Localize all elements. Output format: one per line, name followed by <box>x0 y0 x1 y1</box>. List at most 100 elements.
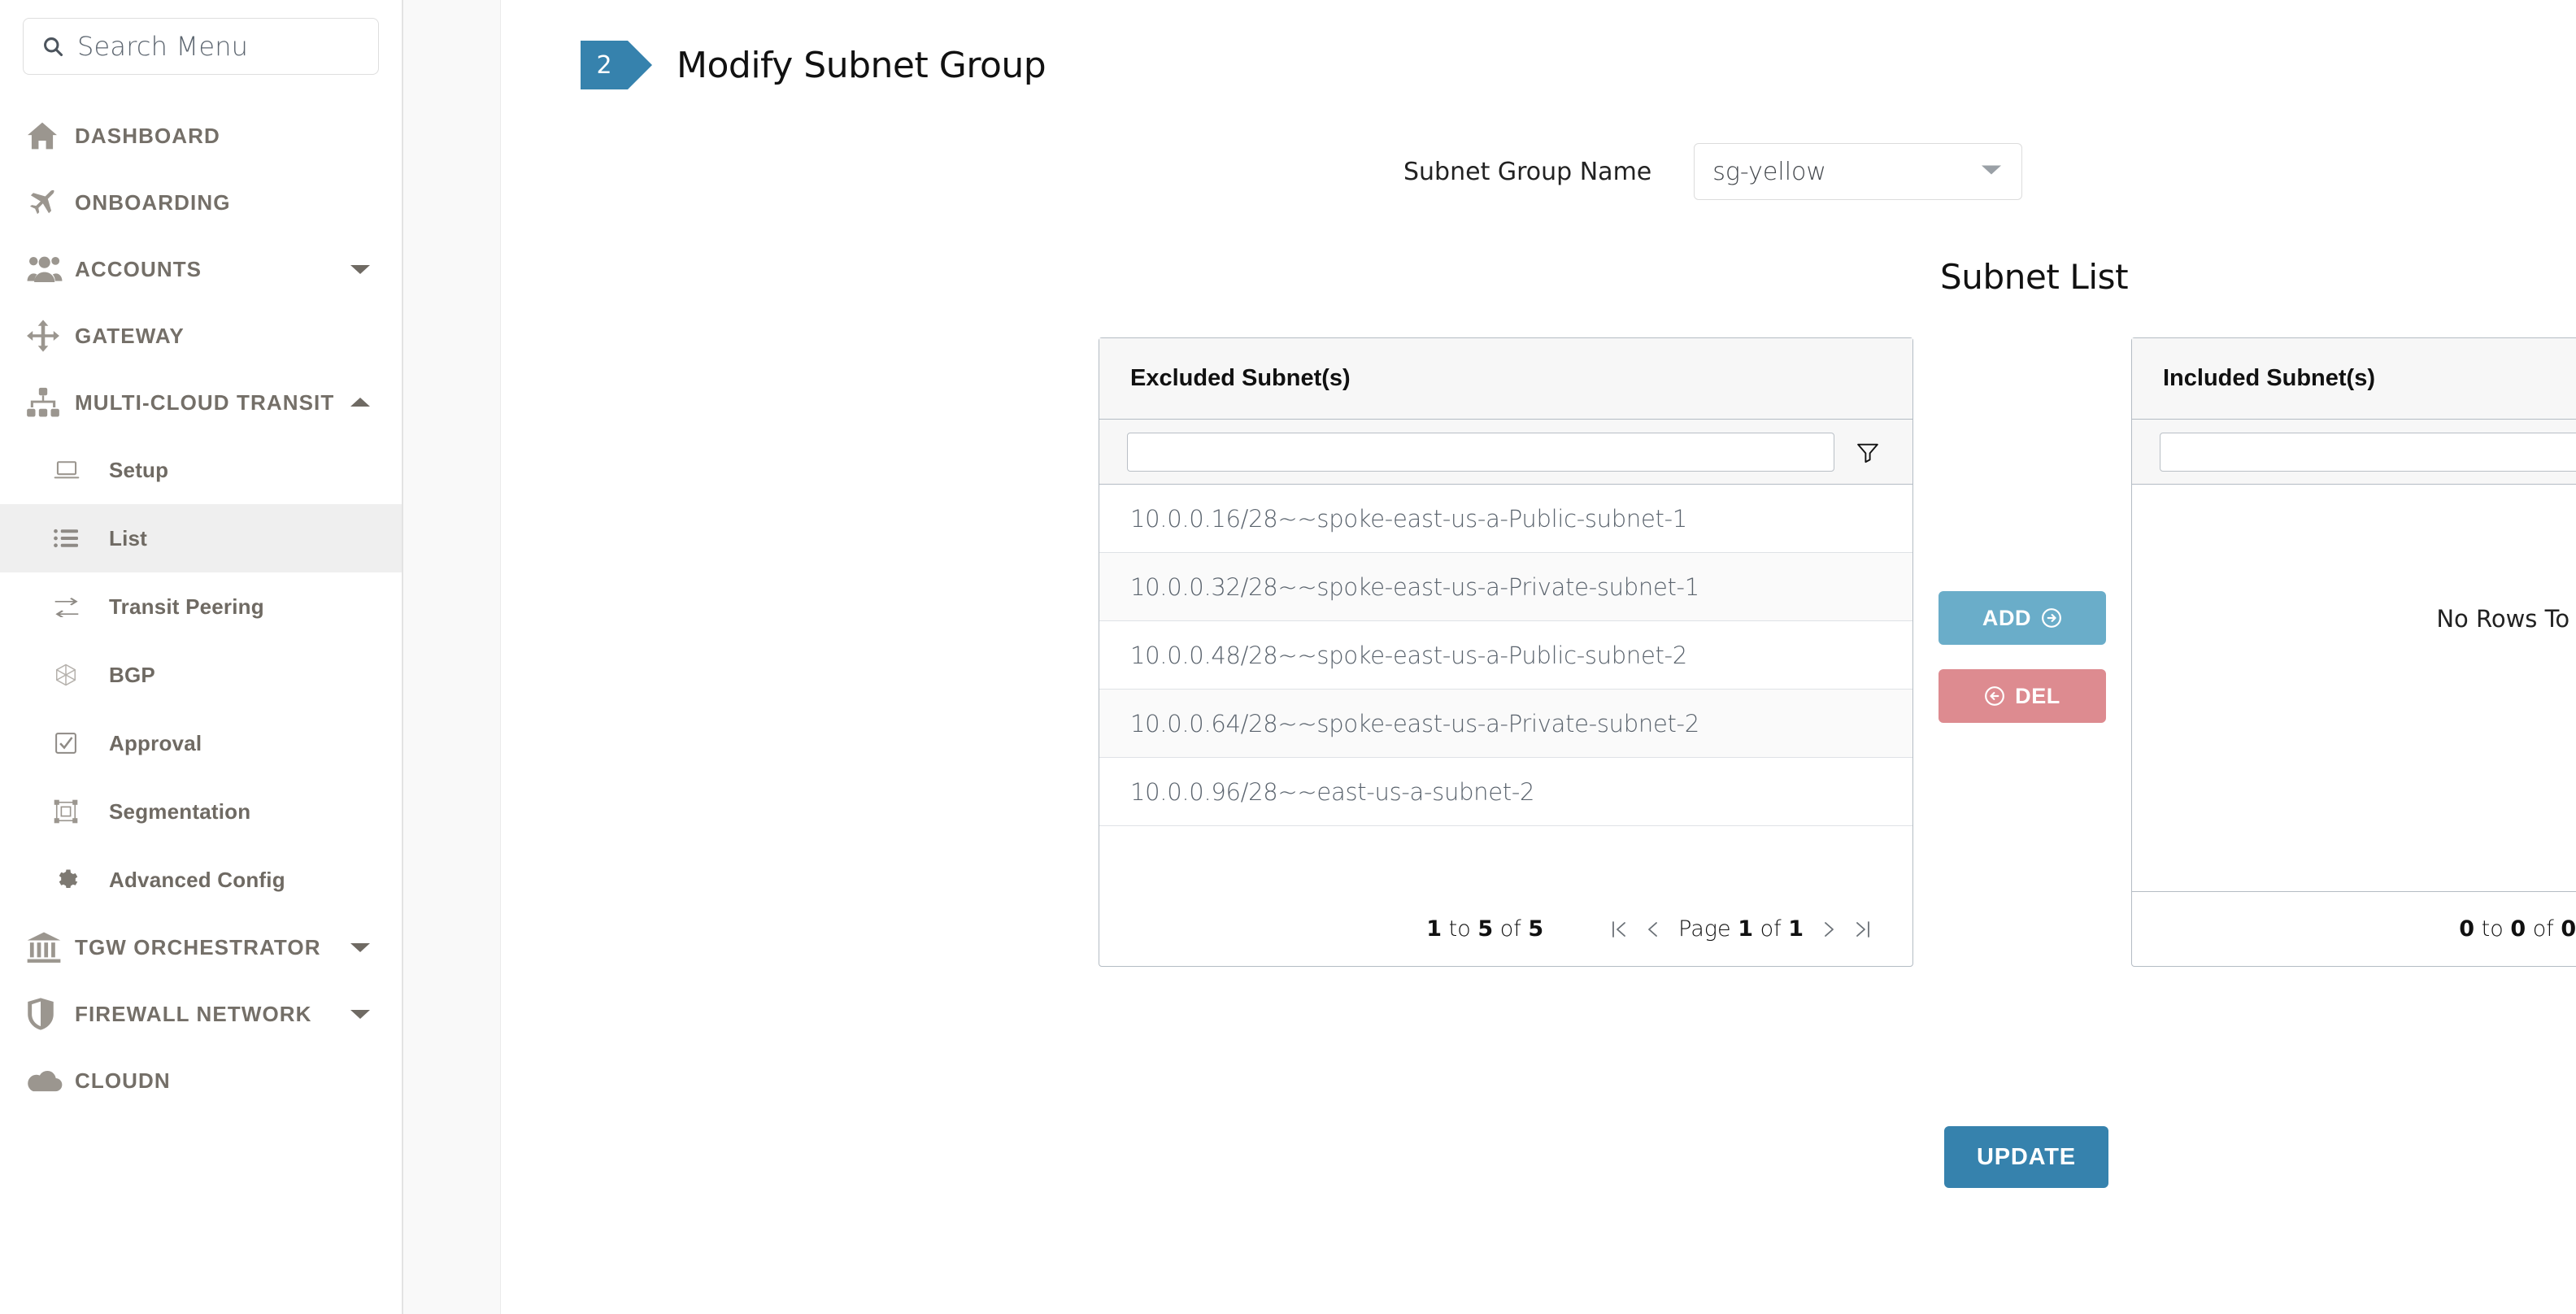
del-button-label: DEL <box>2015 684 2060 709</box>
sidebar-search-wrap: Search Menu <box>0 0 402 75</box>
sidebar-item-label: Transit Peering <box>109 594 264 620</box>
subnet-transfer: Excluded Subnet(s) 10.0.0.16/28~~spoke-e… <box>501 337 2576 967</box>
sidebar-item-label: ACCOUNTS <box>75 257 202 282</box>
last-page-button[interactable] <box>1846 912 1880 946</box>
segmentation-icon <box>54 799 91 824</box>
airplane-icon <box>26 187 68 218</box>
sidebar-item-setup[interactable]: Setup <box>0 436 402 504</box>
chevron-down-icon[interactable] <box>350 1007 371 1020</box>
page-word: Page <box>1678 916 1730 942</box>
table-row[interactable]: 10.0.0.64/28~~spoke-east-us-a-Private-su… <box>1099 690 1912 758</box>
step-number: 2 <box>596 51 611 80</box>
sidebar-item-label: BGP <box>109 663 155 688</box>
sidebar-item-label: MULTI-CLOUD TRANSIT <box>75 390 334 416</box>
sidebar-item-label: FIREWALL NETWORK <box>75 1002 312 1027</box>
sidebar-item-firewall-network[interactable]: FIREWALL NETWORK <box>0 981 402 1047</box>
sidebar-item-label: Setup <box>109 458 168 483</box>
sidebar-item-label: Approval <box>109 731 202 756</box>
sidebar-item-cloudn[interactable]: CLOUDN <box>0 1047 402 1114</box>
filter-funnel-icon[interactable] <box>1856 440 1880 464</box>
sidebar-item-label: GATEWAY <box>75 324 185 349</box>
page-total: 1 <box>1788 916 1804 942</box>
add-button-label: ADD <box>1982 606 2031 631</box>
included-subnets-header: Included Subnet(s) <box>2132 338 2576 420</box>
excluded-subnets-title: Excluded Subnet(s) <box>1130 365 1351 392</box>
page-title: Modify Subnet Group <box>677 45 1046 86</box>
sidebar-item-accounts[interactable]: ACCOUNTS <box>0 236 402 302</box>
main-content: 2 Modify Subnet Group Subnet Group Name … <box>501 0 2576 1314</box>
range-total: 5 <box>1528 916 1543 942</box>
range-total: 0 <box>2561 916 2576 942</box>
users-icon <box>26 255 68 283</box>
next-page-button[interactable] <box>1812 912 1846 946</box>
table-row[interactable]: 10.0.0.48/28~~spoke-east-us-a-Public-sub… <box>1099 621 1912 690</box>
table-row[interactable]: 10.0.0.96/28~~east-us-a-subnet-2 <box>1099 758 1912 826</box>
excluded-filter-input[interactable] <box>1127 433 1834 472</box>
update-button[interactable]: UPDATE <box>1944 1126 2108 1188</box>
subnet-cell: 10.0.0.16/28~~spoke-east-us-a-Public-sub… <box>1130 505 1687 533</box>
subnet-group-name-row: Subnet Group Name sg-yellow <box>501 143 2576 200</box>
to-word: to <box>1449 916 1471 942</box>
laptop-icon <box>54 459 91 481</box>
del-button[interactable]: DEL <box>1939 669 2106 723</box>
excluded-subnets-panel: Excluded Subnet(s) 10.0.0.16/28~~spoke-e… <box>1099 337 1913 967</box>
search-icon <box>41 35 64 58</box>
sidebar-item-advanced-config[interactable]: Advanced Config <box>0 846 402 914</box>
no-rows-message: No Rows To Show <box>2436 605 2576 891</box>
chevron-down-icon[interactable] <box>350 941 371 954</box>
excluded-filter-row <box>1099 420 1912 485</box>
subnet-group-name-label: Subnet Group Name <box>1403 158 1651 186</box>
excluded-subnets-body: 10.0.0.16/28~~spoke-east-us-a-Public-sub… <box>1099 485 1912 891</box>
sidebar-item-dashboard[interactable]: DASHBOARD <box>0 102 402 169</box>
range-from: 0 <box>2459 916 2474 942</box>
search-menu-box[interactable]: Search Menu <box>23 18 379 75</box>
sidebar-item-bgp[interactable]: BGP <box>0 641 402 709</box>
content-gutter <box>403 0 501 1314</box>
bank-icon <box>26 931 68 964</box>
first-page-button[interactable] <box>1602 912 1636 946</box>
step-badge: 2 <box>581 41 628 89</box>
arrow-right-circle-icon <box>2041 607 2062 629</box>
table-row[interactable]: 10.0.0.16/28~~spoke-east-us-a-Public-sub… <box>1099 485 1912 553</box>
search-input-placeholder[interactable]: Search Menu <box>77 31 248 62</box>
subnet-group-name-value: sg-yellow <box>1712 158 1826 186</box>
subnet-group-name-select[interactable]: sg-yellow <box>1694 143 2022 200</box>
section-title: Subnet List <box>501 257 2576 297</box>
sidebar-item-transit-peering[interactable]: Transit Peering <box>0 572 402 641</box>
included-pagination: 0 to 0 of 0 Page <box>2132 891 2576 966</box>
sidebar-item-gateway[interactable]: GATEWAY <box>0 302 402 369</box>
sidebar-item-approval[interactable]: Approval <box>0 709 402 777</box>
sidebar-item-multi-cloud-transit[interactable]: MULTI-CLOUD TRANSIT <box>0 369 402 436</box>
sidebar-item-segmentation[interactable]: Segmentation <box>0 777 402 846</box>
add-button[interactable]: ADD <box>1939 591 2106 645</box>
move-arrows-icon <box>26 319 68 353</box>
sidebar: Search Menu DASHBOARD O <box>0 0 403 1314</box>
included-filter-row <box>2132 420 2576 485</box>
sidebar-item-tgw-orchestrator[interactable]: TGW ORCHESTRATOR <box>0 914 402 981</box>
cloud-icon <box>26 1068 68 1094</box>
sitemap-icon <box>26 387 68 418</box>
table-row[interactable]: 10.0.0.32/28~~spoke-east-us-a-Private-su… <box>1099 553 1912 621</box>
included-filter-input[interactable] <box>2160 433 2576 472</box>
app-root: Search Menu DASHBOARD O <box>0 0 2576 1314</box>
page-current: 1 <box>1738 916 1753 942</box>
chevron-up-icon[interactable] <box>350 396 371 409</box>
sidebar-item-label: ONBOARDING <box>75 190 231 215</box>
chevron-down-icon[interactable] <box>1981 163 2002 181</box>
arrow-left-circle-icon <box>1984 685 2005 707</box>
excluded-pagination: 1 to 5 of 5 Page <box>1099 891 1912 966</box>
sidebar-item-onboarding[interactable]: ONBOARDING <box>0 169 402 236</box>
sidebar-item-label: Advanced Config <box>109 868 285 893</box>
sidebar-item-list[interactable]: List <box>0 504 402 572</box>
range-to: 5 <box>1477 916 1493 942</box>
excluded-range-summary: 1 to 5 of 5 <box>1426 916 1543 942</box>
update-row: UPDATE <box>501 1126 2576 1188</box>
sidebar-item-label: TGW ORCHESTRATOR <box>75 935 321 960</box>
chevron-down-icon[interactable] <box>350 263 371 276</box>
of-word: of <box>1760 916 1782 942</box>
of-word: of <box>2533 916 2554 942</box>
shield-icon <box>26 997 68 1031</box>
previous-page-button[interactable] <box>1636 912 1670 946</box>
hexagon-network-icon <box>54 663 91 687</box>
transfer-actions: ADD DEL <box>1913 337 2131 723</box>
